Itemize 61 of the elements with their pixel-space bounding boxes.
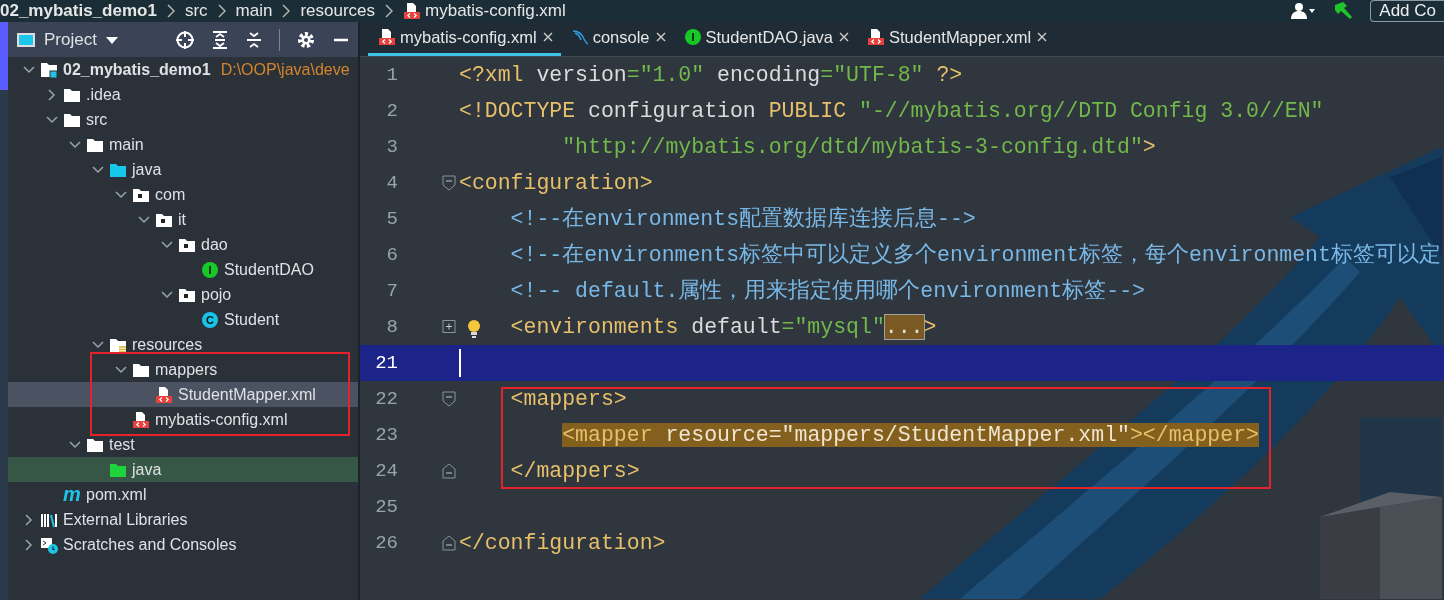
tree-item[interactable]: External Libraries bbox=[8, 507, 358, 532]
code-line: <!--在environments配置数据库连接后息--> bbox=[509, 205, 976, 233]
tree-item[interactable]: it bbox=[8, 207, 358, 232]
breadcrumb[interactable]: src bbox=[184, 0, 208, 24]
line-number: 8 bbox=[385, 314, 398, 340]
line-number: 24 bbox=[374, 458, 398, 484]
panel-title[interactable]: Project bbox=[44, 26, 97, 53]
editor-tab[interactable]: StudentMapper.xml bbox=[857, 21, 1056, 56]
code-line: </configuration> bbox=[459, 529, 666, 557]
breadcrumb[interactable]: mybatis-config.xml bbox=[425, 0, 566, 24]
editor-tab[interactable]: I StudentDAO.java bbox=[673, 21, 857, 56]
tree-item[interactable]: java bbox=[8, 157, 358, 182]
breadcrumb[interactable]: 02_mybatis_demo1 bbox=[0, 0, 157, 24]
code-line: <!--在environments标签中可以定义多个environment标签，每个environment标签可以定 bbox=[509, 241, 1441, 269]
code-line: <configuration> bbox=[459, 169, 653, 197]
code-line: <?xml version="1.0" encoding="UTF-8" ?> bbox=[459, 61, 963, 89]
tree-item[interactable]: mybatis-config.xml bbox=[8, 407, 358, 432]
tree-item[interactable]: com bbox=[8, 182, 358, 207]
tree-item[interactable]: src bbox=[8, 107, 358, 132]
interface-icon: I bbox=[683, 28, 702, 46]
line-number: 22 bbox=[374, 386, 398, 412]
tree-item[interactable]: I StudentDAO bbox=[8, 257, 358, 282]
tree-item[interactable]: main bbox=[8, 132, 358, 157]
code-line: <mappers> bbox=[509, 385, 627, 413]
tree-item[interactable]: Scratches and Consoles bbox=[8, 532, 358, 557]
interface-icon: I bbox=[201, 260, 219, 279]
code-line: <!-- default.属性，用来指定使用哪个environment标签--> bbox=[509, 277, 1145, 305]
line-number: 5 bbox=[385, 206, 398, 232]
line-number: 7 bbox=[385, 278, 398, 304]
breadcrumb[interactable]: main bbox=[235, 0, 273, 24]
line-number: 26 bbox=[374, 530, 398, 556]
code-line: <!DOCTYPE configuration PUBLIC "-//mybatis.org//DTD Config 3.0//EN" bbox=[459, 97, 1324, 125]
code-line: <mapper resource="mappers/StudentMapper.xml"></mapper> bbox=[561, 421, 1259, 449]
tree-item[interactable]: m pom.xml bbox=[8, 482, 358, 507]
line-number: 3 bbox=[385, 134, 398, 160]
line-number: 21 bbox=[374, 350, 398, 376]
line-number: 1 bbox=[385, 62, 398, 88]
code-line: </mappers> bbox=[509, 457, 640, 485]
tree-item[interactable]: .idea bbox=[8, 82, 358, 107]
code-line: <environments default="mysql"...> bbox=[509, 313, 937, 341]
tree-item[interactable]: test bbox=[8, 432, 358, 457]
tree-item[interactable]: StudentMapper.xml bbox=[8, 382, 358, 407]
class-icon: C bbox=[201, 310, 219, 329]
line-number: 25 bbox=[374, 494, 398, 520]
tree-item[interactable]: mappers bbox=[8, 357, 358, 382]
line-number: 6 bbox=[385, 242, 398, 268]
line-number: 23 bbox=[374, 422, 398, 448]
editor-tab[interactable]: console bbox=[560, 21, 674, 56]
breadcrumb[interactable]: resources bbox=[300, 0, 376, 24]
maven-icon: m bbox=[63, 485, 81, 504]
line-number: 4 bbox=[385, 170, 398, 196]
line-number: 2 bbox=[385, 98, 398, 124]
project-path: D:\OOP\java\deve bbox=[220, 59, 350, 80]
code-line: "http://mybatis.org/dtd/mybatis-3-config.dtd"> bbox=[561, 133, 1156, 161]
editor-tab[interactable]: mybatis-config.xml bbox=[368, 21, 561, 56]
tree-item[interactable]: pojo bbox=[8, 282, 358, 307]
tree-item[interactable]: C Student bbox=[8, 307, 358, 332]
tree-item[interactable]: java bbox=[8, 457, 358, 482]
tree-item[interactable]: 02_mybatis_demo1 D:\OOP\java\deve bbox=[8, 57, 358, 82]
tree-item[interactable]: resources bbox=[8, 332, 358, 357]
tree-item[interactable]: dao bbox=[8, 232, 358, 257]
